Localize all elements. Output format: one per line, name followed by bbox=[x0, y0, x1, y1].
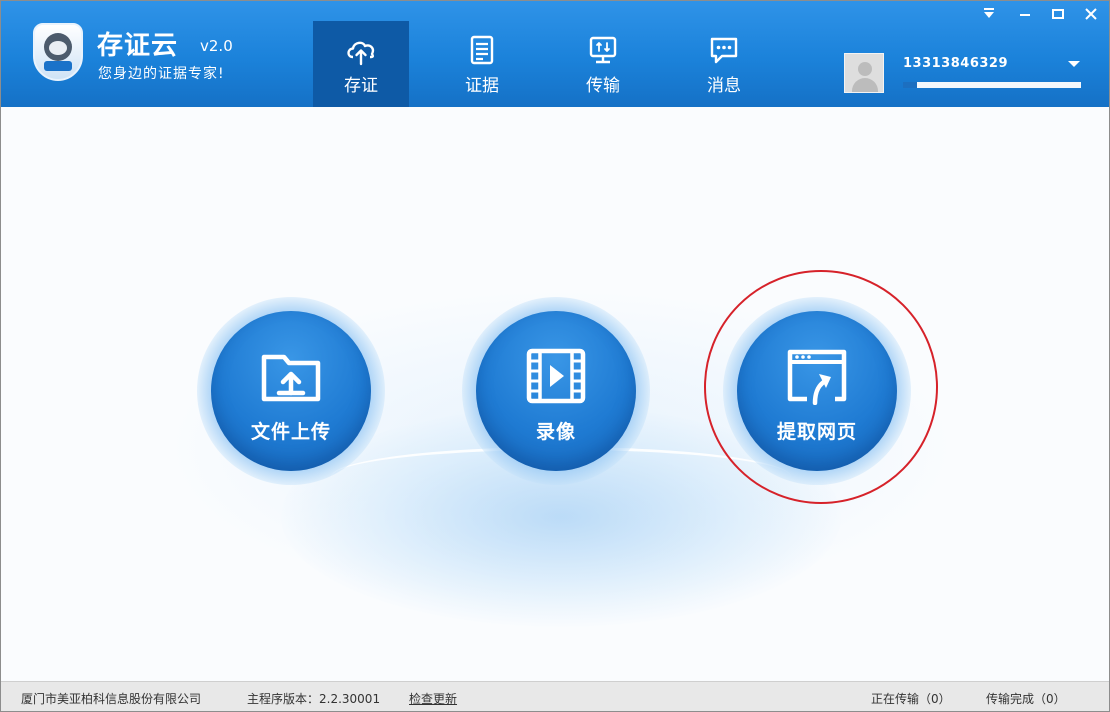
app-slogan: 您身边的证据专家! bbox=[98, 66, 225, 82]
nav-item-cunzheng[interactable]: 存证 bbox=[313, 21, 409, 107]
close-icon[interactable] bbox=[1081, 5, 1101, 23]
maximize-icon[interactable] bbox=[1048, 5, 1068, 23]
file-upload-label: 文件上传 bbox=[250, 421, 331, 443]
main-nav: 存证 证据 传输 消息 bbox=[313, 21, 797, 107]
record-video-label: 录像 bbox=[535, 421, 576, 443]
app-title: 存证云 bbox=[97, 31, 179, 61]
app-logo bbox=[33, 23, 83, 81]
highlight-circle bbox=[704, 270, 938, 504]
dropdown-arrow-icon[interactable] bbox=[979, 5, 999, 23]
company-name: 厦门市美亚柏科信息股份有限公司 bbox=[21, 692, 202, 706]
status-bar: 厦门市美亚柏科信息股份有限公司 主程序版本：2.2.30001 检查更新 正在传… bbox=[1, 681, 1109, 711]
storage-progress-bar bbox=[903, 82, 1081, 88]
film-play-icon bbox=[526, 348, 586, 404]
app-version: v2.0 bbox=[200, 37, 233, 55]
nav-label-xiaoxi: 消息 bbox=[707, 76, 741, 96]
nav-label-cunzheng: 存证 bbox=[344, 76, 378, 96]
nav-item-zhengju[interactable]: 证据 bbox=[434, 21, 530, 107]
transfer-complete-status[interactable]: 传输完成（0） bbox=[986, 690, 1066, 707]
program-version: 主程序版本：2.2.30001 bbox=[247, 692, 381, 706]
nav-label-chuanshu: 传输 bbox=[586, 76, 620, 96]
app-window: 存证云 v2.0 您身边的证据专家! 存证 证据 传输 消息 133138463… bbox=[0, 0, 1110, 712]
file-upload-button[interactable]: 文件上传 bbox=[197, 297, 385, 485]
transfer-icon bbox=[589, 36, 617, 64]
chevron-down-icon[interactable] bbox=[1067, 59, 1081, 69]
message-icon bbox=[710, 37, 738, 64]
cloud-upload-icon bbox=[347, 41, 375, 66]
document-icon bbox=[470, 35, 494, 65]
main-content: 文件上传 录像 提取网页 bbox=[1, 107, 1109, 681]
nav-item-chuanshu[interactable]: 传输 bbox=[555, 21, 651, 107]
shield-mascot-logo-icon bbox=[33, 23, 83, 81]
transferring-status[interactable]: 正在传输（0） bbox=[871, 690, 951, 707]
user-avatar-icon[interactable] bbox=[844, 53, 884, 93]
header-bar: 存证云 v2.0 您身边的证据专家! 存证 证据 传输 消息 133138463… bbox=[1, 1, 1109, 107]
nav-label-zhengju: 证据 bbox=[465, 76, 499, 96]
check-update-link[interactable]: 检查更新 bbox=[409, 690, 457, 707]
minimize-icon[interactable] bbox=[1015, 5, 1035, 23]
user-phone: 13313846329 bbox=[903, 56, 1008, 71]
storage-progress-fill bbox=[903, 82, 918, 88]
nav-item-xiaoxi[interactable]: 消息 bbox=[676, 21, 772, 107]
record-video-button[interactable]: 录像 bbox=[462, 297, 650, 485]
folder-upload-icon bbox=[261, 354, 321, 402]
